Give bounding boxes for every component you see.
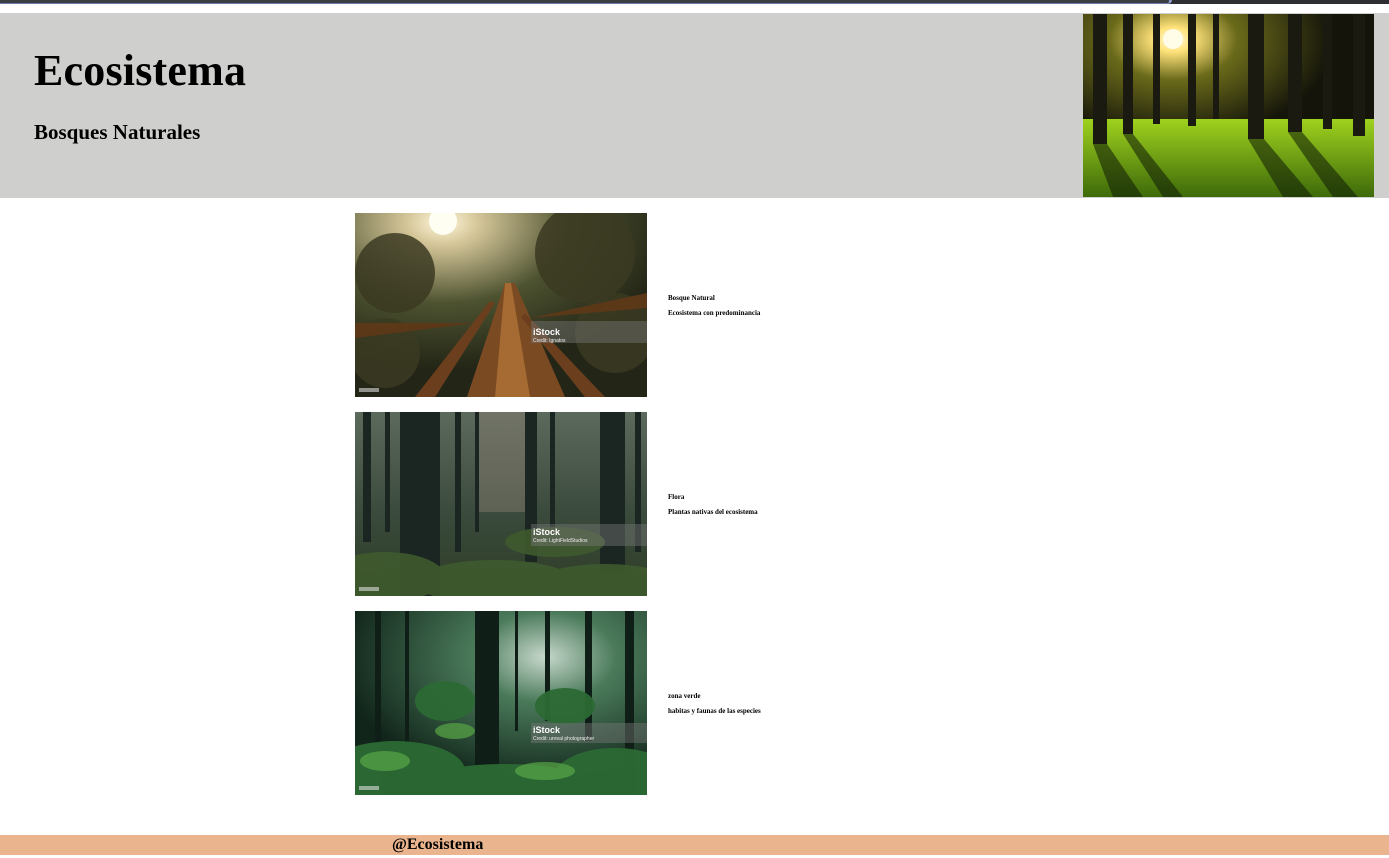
card-description: habitas y faunas de las especies: [668, 706, 761, 715]
watermark-logo: iStock: [533, 527, 561, 537]
card-bosque-natural: iStock Credit: Ignatos Bosque Natural Ec…: [355, 213, 775, 397]
card-title: Flora: [668, 492, 685, 501]
card-image: iStock Credit: unreal photographer: [355, 611, 647, 795]
card-image: iStock Credit: Ignatos: [355, 213, 647, 397]
site-header: Ecosistema Bosques Naturales: [0, 13, 1389, 198]
footer-handle: @Ecosistema: [392, 836, 484, 853]
card-title: zona verde: [668, 691, 701, 700]
card-text: Bosque Natural Ecosistema con predominan…: [668, 213, 788, 397]
sunlit-forest-image: [1083, 14, 1374, 197]
card-flora: iStock Credit: LightFieldStudios Flora P…: [355, 412, 775, 596]
page-title: Ecosistema: [34, 46, 247, 95]
card-zona-verde: iStock Credit: unreal photographer zona …: [355, 611, 775, 795]
card-title: Bosque Natural: [668, 293, 715, 302]
browser-top-strip: [0, 0, 1389, 12]
dark-forest-undergrowth-photo: iStock Credit: LightFieldStudios: [355, 412, 647, 596]
watermark-logo: iStock: [533, 327, 561, 337]
watermark-credit: Credit: LightFieldStudios: [533, 538, 588, 544]
watermark-credit: Credit: unreal photographer: [533, 736, 594, 742]
site-footer: @Ecosistema: [0, 835, 1389, 855]
watermark-credit: Credit: Ignatos: [533, 338, 566, 344]
misty-green-forest-photo: iStock Credit: unreal photographer: [355, 611, 647, 795]
card-text: zona verde habitas y faunas de las espec…: [668, 611, 788, 795]
sunlit-forest-photo: [1083, 14, 1374, 197]
card-description: Plantas nativas del ecosistema: [668, 507, 758, 516]
top-accent-bar: [0, 0, 1172, 4]
watermark-logo: iStock: [533, 725, 561, 735]
card-text: Flora Plantas nativas del ecosistema: [668, 412, 788, 596]
card-image: iStock Credit: LightFieldStudios: [355, 412, 647, 596]
page-subtitle: Bosques Naturales: [34, 120, 201, 144]
tall-trees-from-below-photo: iStock Credit: Ignatos: [355, 213, 647, 397]
card-description: Ecosistema con predominancia: [668, 308, 761, 317]
